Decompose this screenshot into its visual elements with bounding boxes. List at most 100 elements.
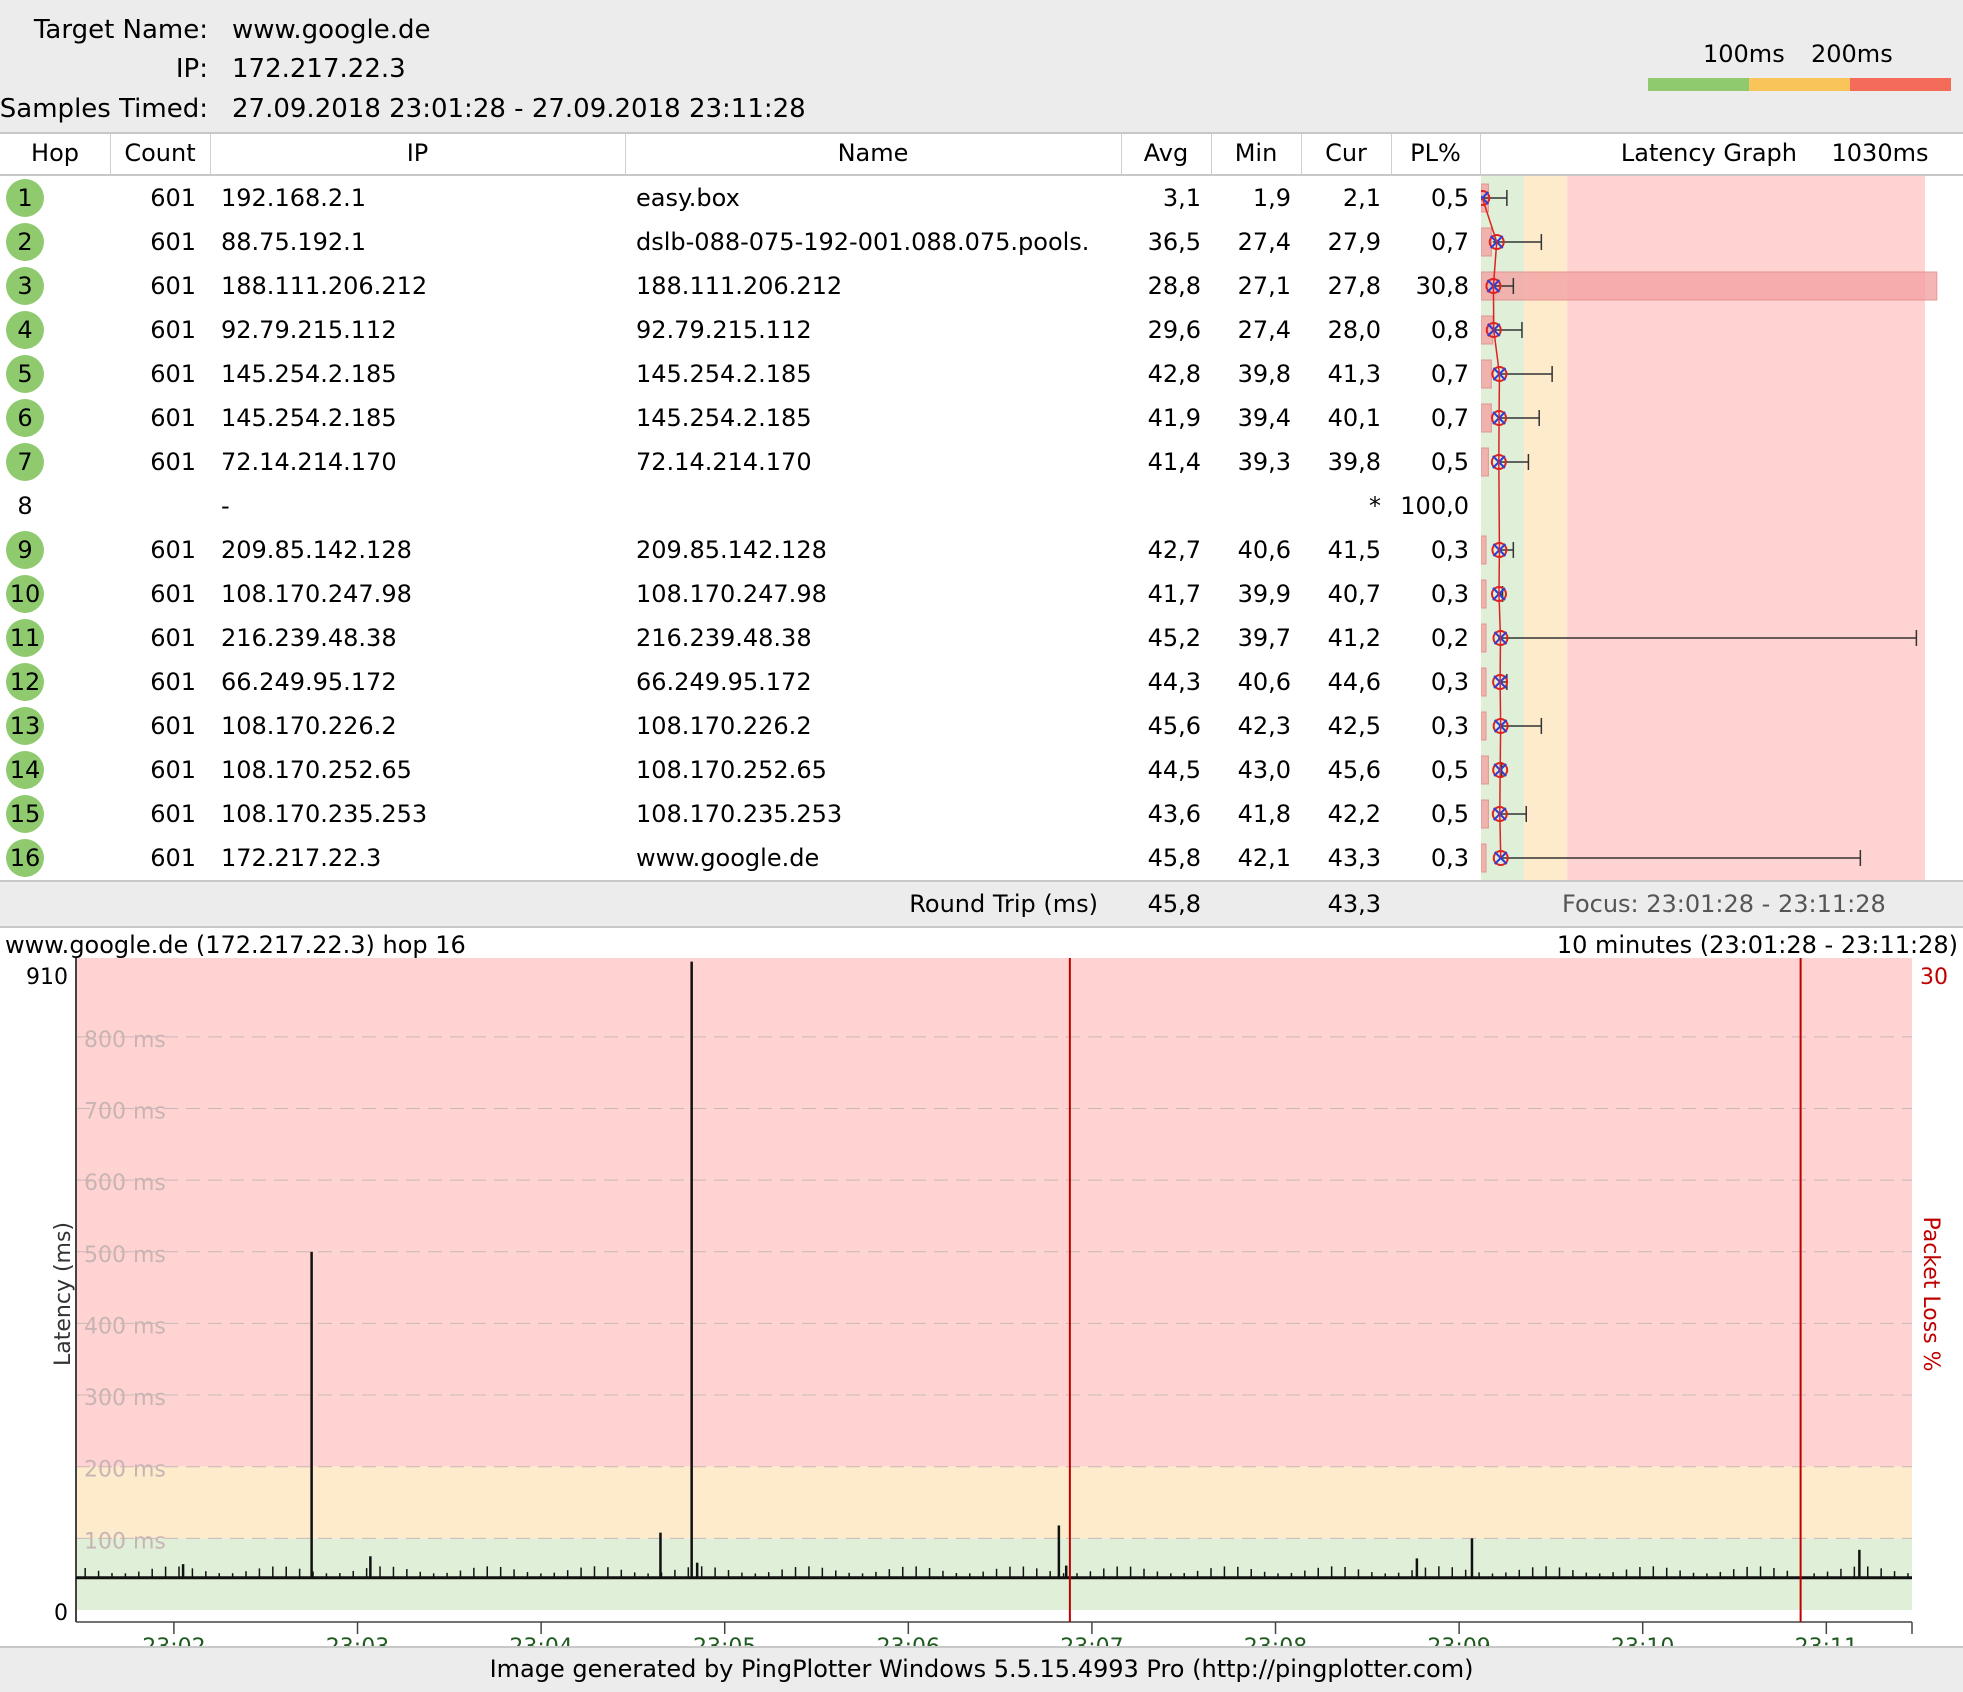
hop-avg: 42,7 xyxy=(1147,536,1201,564)
hop-row[interactable]: 10 601 108.170.247.98 108.170.247.98 41,7 39,… xyxy=(0,572,1480,616)
hop-row[interactable]: 1 601 192.168.2.1 easy.box 3,1 1,9 2,1 0,5 xyxy=(0,176,1480,220)
hop-cur: 41,2 xyxy=(1327,624,1381,652)
hop-number: 2 xyxy=(6,223,44,261)
y2-axis-title: Packet Loss % xyxy=(1918,1216,1943,1371)
hop-ip: 192.168.2.1 xyxy=(221,184,367,212)
hop-cur: 41,3 xyxy=(1327,360,1381,388)
hop-avg: 28,8 xyxy=(1147,272,1201,300)
hop-avg: 36,5 xyxy=(1147,228,1201,256)
hop-ip: 209.85.142.128 xyxy=(221,536,412,564)
chart-target-label: www.google.de (172.217.22.3) hop 16 xyxy=(5,931,466,959)
latency-time-chart[interactable]: 100 ms 200 ms 300 ms 400 ms 500 ms 600 ms 700 … xyxy=(0,958,1963,1646)
hop-count: 601 xyxy=(150,360,196,388)
hop-pl: 30,8 xyxy=(1415,272,1469,300)
hop-row[interactable]: 14 601 108.170.252.65 108.170.252.65 44,5 43,… xyxy=(0,748,1480,792)
hop-row[interactable]: 3 601 188.111.206.212 188.111.206.212 28,8 27… xyxy=(0,264,1480,308)
legend-yellow-bar xyxy=(1749,78,1850,91)
x-tick-label: 23:08 xyxy=(1244,1635,1307,1646)
hop-cur: 40,7 xyxy=(1327,580,1381,608)
y-tick-label: 700 ms xyxy=(84,1099,166,1124)
hop-number: 7 xyxy=(6,443,44,481)
hop-pl: 0,3 xyxy=(1430,712,1469,740)
column-count[interactable]: Count xyxy=(110,134,211,174)
y2-max-label: 30 xyxy=(1920,965,1948,990)
hop-name: 66.249.95.172 xyxy=(636,668,812,696)
column-hop[interactable]: Hop xyxy=(0,134,111,174)
chart-zone-good xyxy=(76,1538,1912,1610)
hop-row[interactable]: 16 601 172.217.22.3 www.google.de 45,8 42,1 43… xyxy=(0,836,1480,880)
round-trip-label: Round Trip (ms) xyxy=(909,890,1098,918)
hop-cur: * xyxy=(1369,492,1381,520)
chart-time-range: 10 minutes (23:01:28 - 23:11:28) xyxy=(1556,931,1958,959)
hop-row[interactable]: 2 601 88.75.192.1 dslb-088-075-192-001.088.… xyxy=(0,220,1480,264)
focus-range[interactable]: Focus: 23:01:28 - 23:11:28 xyxy=(1562,882,1886,926)
hop-row[interactable]: 7 601 72.14.214.170 72.14.214.170 41,4 39,3 39… xyxy=(0,440,1480,484)
hop-cur: 27,8 xyxy=(1327,272,1381,300)
hop-avg: 41,7 xyxy=(1147,580,1201,608)
y-tick-label: 300 ms xyxy=(84,1386,166,1411)
column-cur[interactable]: Cur xyxy=(1301,134,1392,174)
y-max-label: 910 xyxy=(26,965,68,990)
column-avg[interactable]: Avg xyxy=(1121,134,1212,174)
hop-count: 601 xyxy=(150,580,196,608)
ip-value: 172.217.22.3 xyxy=(232,54,406,84)
hop-number: 14 xyxy=(6,751,44,789)
hop-cur: 2,1 xyxy=(1342,184,1381,212)
hop-avg: 3,1 xyxy=(1162,184,1201,212)
hop-number: 15 xyxy=(6,795,44,833)
hop-cur: 42,5 xyxy=(1327,712,1381,740)
hop-cur: 42,2 xyxy=(1327,800,1381,828)
column-name[interactable]: Name xyxy=(625,134,1122,174)
round-trip-cur: 43,3 xyxy=(1327,890,1381,918)
hop-min: 40,6 xyxy=(1237,668,1291,696)
hop-number: 8 xyxy=(17,492,33,520)
hop-row[interactable]: 9 601 209.85.142.128 209.85.142.128 42,7 40,6… xyxy=(0,528,1480,572)
hop-name: www.google.de xyxy=(636,844,820,872)
hop-row[interactable]: 4 601 92.79.215.112 92.79.215.112 29,6 27,4 28… xyxy=(0,308,1480,352)
hop-ip: - xyxy=(221,492,230,520)
hop-ip: 66.249.95.172 xyxy=(221,668,397,696)
column-min[interactable]: Min xyxy=(1211,134,1302,174)
column-ip[interactable]: IP xyxy=(210,134,626,174)
footer-credit: Image generated by PingPlotter Windows 5… xyxy=(0,1646,1963,1692)
hop-row[interactable]: 13 601 108.170.226.2 108.170.226.2 45,6 42,3 4… xyxy=(0,704,1480,748)
hop-number: 11 xyxy=(6,619,44,657)
hop-row[interactable]: 15 601 108.170.235.253 108.170.235.253 43,6 4… xyxy=(0,792,1480,836)
packet-loss-bar xyxy=(1481,579,1487,609)
hop-pl: 0,7 xyxy=(1430,404,1469,432)
y-tick-label: 500 ms xyxy=(84,1243,166,1268)
hop-ip: 72.14.214.170 xyxy=(221,448,397,476)
hop-avg: 45,8 xyxy=(1147,844,1201,872)
hop-avg: 29,6 xyxy=(1147,316,1201,344)
chart-zone-bad xyxy=(76,958,1912,1467)
hop-name: 108.170.247.98 xyxy=(636,580,827,608)
hop-ip: 108.170.247.98 xyxy=(221,580,412,608)
hop-name: 216.239.48.38 xyxy=(636,624,812,652)
hop-row[interactable]: 11 601 216.239.48.38 216.239.48.38 45,2 39,7 4… xyxy=(0,616,1480,660)
hop-avg: 41,9 xyxy=(1147,404,1201,432)
legend-100ms-label: 100ms xyxy=(1703,40,1785,68)
hop-row[interactable]: 8 - * 100,0 xyxy=(0,484,1480,528)
hop-name: 145.254.2.185 xyxy=(636,404,812,432)
hop-name: easy.box xyxy=(636,184,740,212)
hop-cur: 39,8 xyxy=(1327,448,1381,476)
hop-row[interactable]: 5 601 145.254.2.185 145.254.2.185 42,8 39,8 41… xyxy=(0,352,1480,396)
hop-avg: 43,6 xyxy=(1147,800,1201,828)
column-pl[interactable]: PL% xyxy=(1391,134,1481,174)
column-latency-graph[interactable]: Latency Graph xyxy=(1481,134,1797,174)
hop-latency-graph xyxy=(1481,176,1938,880)
hop-count: 601 xyxy=(150,756,196,784)
x-tick-label: 23:04 xyxy=(509,1635,572,1646)
hop-min: 27,4 xyxy=(1237,316,1291,344)
x-tick-label: 23:07 xyxy=(1060,1635,1123,1646)
y-tick-label: 800 ms xyxy=(84,1028,166,1053)
summary-header: Target Name: www.google.de IP: 172.217.2… xyxy=(0,0,1963,134)
hop-row[interactable]: 12 601 66.249.95.172 66.249.95.172 44,3 40,6 4… xyxy=(0,660,1480,704)
hop-row[interactable]: 6 601 145.254.2.185 145.254.2.185 41,9 39,4 40… xyxy=(0,396,1480,440)
hop-min: 39,3 xyxy=(1237,448,1291,476)
x-tick-label: 23:02 xyxy=(142,1635,205,1646)
samples-timed-value: 27.09.2018 23:01:28 - 27.09.2018 23:11:2… xyxy=(232,94,806,124)
hop-ip: 108.170.252.65 xyxy=(221,756,412,784)
hop-min: 41,8 xyxy=(1237,800,1291,828)
column-header-row: Hop Count IP Name Avg Min Cur PL% Latenc… xyxy=(0,134,1963,176)
